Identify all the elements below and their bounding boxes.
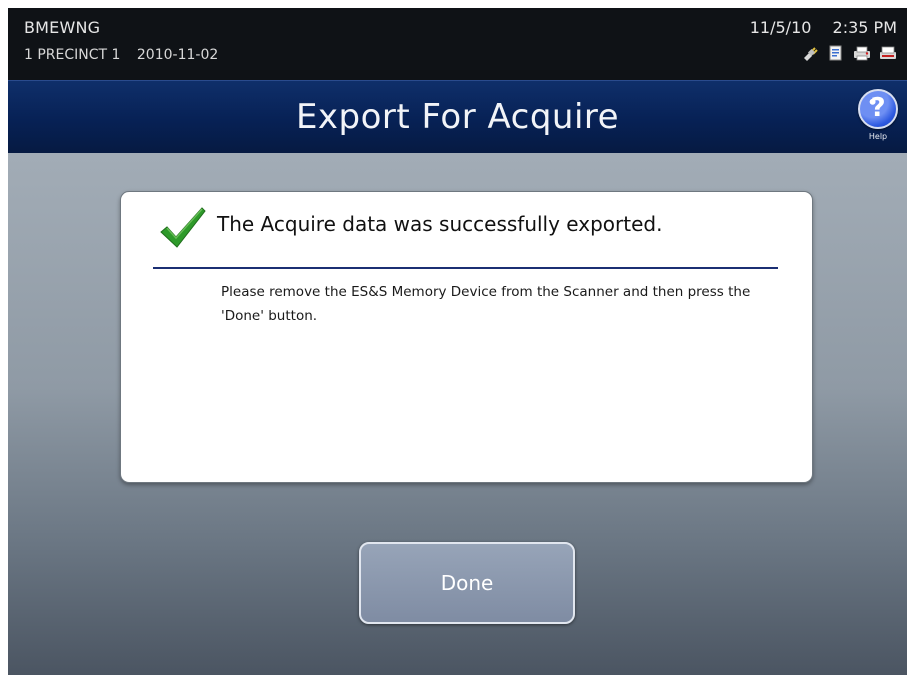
done-button[interactable]: Done bbox=[359, 542, 575, 624]
message-body: Please remove the ES&S Memory Device fro… bbox=[221, 284, 751, 324]
help-icon: ? bbox=[858, 89, 898, 129]
help-button[interactable]: ? Help bbox=[857, 89, 899, 149]
status-date: 11/5/10 bbox=[749, 18, 812, 37]
plug-icon bbox=[804, 47, 818, 61]
help-symbol: ? bbox=[870, 93, 886, 123]
message-title: The Acquire data was successfully export… bbox=[217, 212, 663, 236]
status-datetime: 11/5/10 2:35 PM bbox=[734, 18, 897, 37]
status-subline: 1 PRECINCT 1 2010-11-02 bbox=[24, 47, 230, 63]
status-icons bbox=[734, 45, 897, 61]
printer-icon bbox=[854, 46, 870, 61]
main-area: The Acquire data was successfully export… bbox=[8, 153, 907, 675]
status-bar: BMEWNG 1 PRECINCT 1 2010-11-02 11/5/10 2… bbox=[8, 8, 907, 80]
message-panel: The Acquire data was successfully export… bbox=[120, 191, 813, 483]
date-code: 2010-11-02 bbox=[136, 47, 219, 63]
header-bar: Export For Acquire ? Help bbox=[8, 80, 907, 154]
status-time: 2:35 PM bbox=[832, 18, 897, 37]
help-label: Help bbox=[868, 132, 888, 141]
screen: BMEWNG 1 PRECINCT 1 2010-11-02 11/5/10 2… bbox=[8, 8, 907, 675]
status-name: BMEWNG bbox=[24, 18, 101, 37]
page-title: Export For Acquire bbox=[295, 97, 620, 137]
status-right: 11/5/10 2:35 PM bbox=[734, 18, 897, 61]
precinct-label: 1 PRECINCT 1 bbox=[24, 47, 121, 63]
scanner-icon bbox=[880, 46, 896, 59]
checkmark-icon bbox=[160, 207, 206, 248]
document-icon bbox=[829, 45, 842, 61]
divider bbox=[153, 267, 778, 269]
status-left: BMEWNG 1 PRECINCT 1 2010-11-02 bbox=[24, 18, 230, 63]
